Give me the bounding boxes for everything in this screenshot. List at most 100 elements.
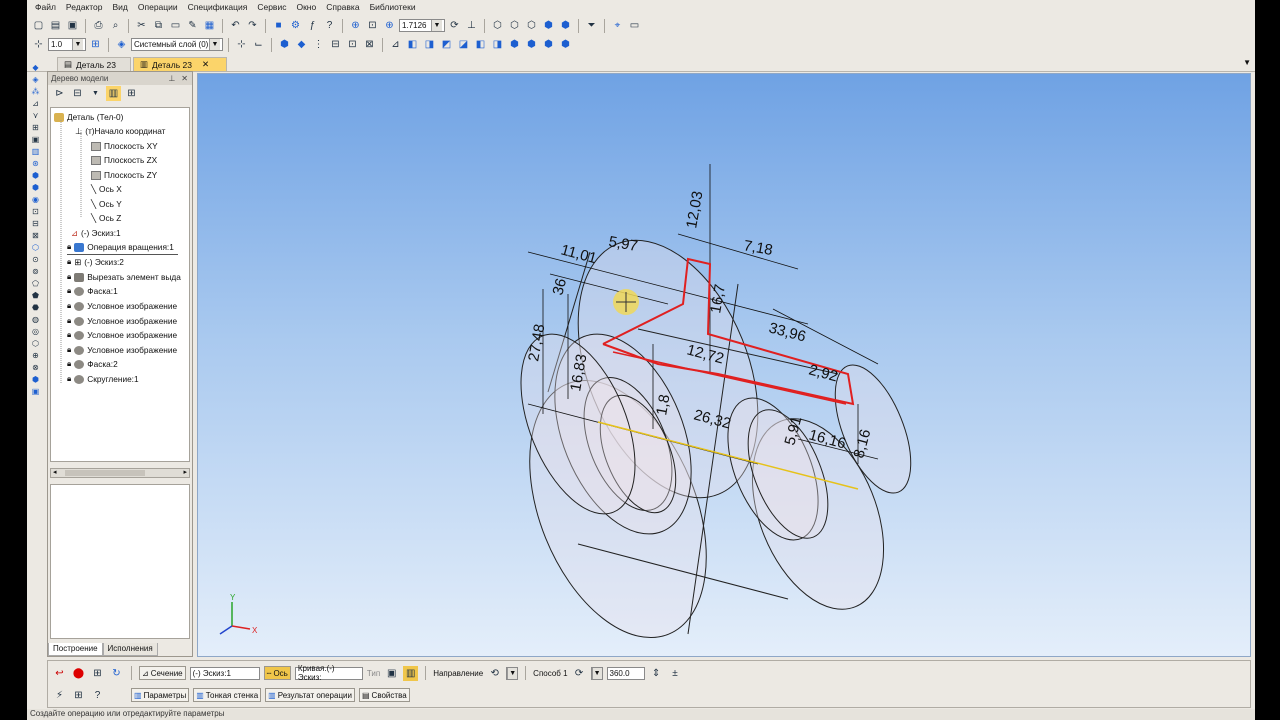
view-shaded-icon[interactable]: ⬢ [541,18,556,33]
view-wireframe-icon[interactable]: ⬡ [490,18,505,33]
tool-21-icon[interactable]: ⬣ [29,302,42,313]
layer-icon[interactable]: ◈ [114,37,129,52]
open-file-icon[interactable]: ▤ [48,18,63,33]
tab-parameters[interactable]: ▥ Параметры [131,688,190,702]
tab-construction[interactable]: Построение [48,643,103,656]
back-arrow-icon[interactable]: ↩ [52,666,67,681]
section-button[interactable]: ⊿ Сечение [139,666,186,680]
step-icon[interactable]: ⊹ [31,37,46,52]
new-file-icon[interactable]: ▢ [31,18,46,33]
properties-icon[interactable]: ✎ [185,18,200,33]
tree-item-plane-zx[interactable]: Плоскость ZX [91,153,157,167]
axis-field[interactable]: Кривая.(-) Эскиз: [294,664,363,682]
tool-19-icon[interactable]: ⬠ [29,278,42,289]
close-icon[interactable]: ✕ [202,59,209,70]
tool-20-icon[interactable]: ⬟ [29,290,42,301]
tree-item-chamfer-1[interactable]: 🔒︎ Фаска:1 [67,284,118,298]
menu-specification[interactable]: Спецификация [188,2,248,12]
tree-item-thread-2[interactable]: 🔒︎ Условное изображение [67,314,177,328]
filter-objects-icon[interactable]: ⊿ [388,37,403,52]
tool-26-icon[interactable]: ⊗ [29,362,42,373]
menu-window[interactable]: Окно [296,2,316,12]
tool-25-icon[interactable]: ⊕ [29,350,42,361]
local-cs-icon[interactable]: ⌙ [251,37,266,52]
aux-geometry-icon[interactable]: ⊟ [328,37,343,52]
view-hidden-thin-icon[interactable]: ⬡ [524,18,539,33]
tool-5-icon[interactable]: ⋎ [29,110,42,121]
tool-27-icon[interactable]: ⬢ [29,374,42,385]
view-top-icon[interactable]: ◩ [439,37,454,52]
ortho-icon[interactable]: ⊞ [88,37,103,52]
tree-item-axis-x[interactable]: ╲ Ось X [91,182,122,196]
tree-item-part[interactable]: Деталь (Тел-0) [54,110,123,124]
view-bottom-icon[interactable]: ◪ [456,37,471,52]
axis-button[interactable]: ╌ Ось [263,666,291,680]
tree-item-fillet-1[interactable]: 🔒︎ Скругление:1 [67,372,139,386]
zoom-combo[interactable]: 1.7126 ▼ [399,19,445,32]
step-combo[interactable]: 1.0 ▼ [48,38,86,51]
plus-icon[interactable]: ± [668,666,683,681]
chevron-down-icon[interactable]: ▼ [209,39,220,50]
measure-tools-icon[interactable]: ⊠ [362,37,377,52]
library-icon[interactable]: ⚙ [288,18,303,33]
direction-icon[interactable]: ⟲ [487,666,502,681]
tab-thin-wall[interactable]: ▥ Тонкая стенка [193,688,262,702]
tree-item-thread-1[interactable]: 🔒︎ Условное изображение [67,299,177,313]
snap-toggle-icon[interactable]: ⚡︎ [52,688,67,703]
tool-8-icon[interactable]: ▥ [29,146,42,157]
tool-15-icon[interactable]: ⊠ [29,230,42,241]
tab-document-2[interactable]: ▥ Деталь 23 ✕ [133,57,227,71]
rotate-icon[interactable]: ⟳ [447,18,462,33]
grid-toggle-icon[interactable]: ⊞ [71,688,86,703]
tool-7-icon[interactable]: ▣ [29,134,42,145]
tool-17-icon[interactable]: ⊙ [29,254,42,265]
undo-icon[interactable]: ↶ [228,18,243,33]
tool-14-icon[interactable]: ⊟ [29,218,42,229]
tool-6-icon[interactable]: ⊞ [29,122,42,133]
preview-icon[interactable]: ⌕ [108,18,123,33]
snap-icon[interactable]: ⌖ [610,18,625,33]
variables-icon[interactable]: ƒ [305,18,320,33]
model-viewport[interactable]: 11,01 5,97 12,03 7,18 36 16,7 27,48 16,8… [197,73,1251,657]
manager-icon[interactable]: ■ [271,18,286,33]
surfaces-icon[interactable]: ◆ [294,37,309,52]
tree-item-thread-4[interactable]: 🔒︎ Условное изображение [67,343,177,357]
method-icon[interactable]: ⟳ [572,666,587,681]
direction-dropdown[interactable]: ▼ [506,666,519,680]
save-icon[interactable]: ▣ [65,18,80,33]
tool-9-icon[interactable]: ⊛ [29,158,42,169]
tree-item-revolve-1[interactable]: 🔒︎ Операция вращения:1 [67,240,178,255]
print-icon[interactable]: ⎙ [91,18,106,33]
tool-28-icon[interactable]: ▣ [29,386,42,397]
section-field[interactable]: (-) Эскиз:1 [189,666,260,680]
view-right-icon[interactable]: ◨ [490,37,505,52]
view-iso-icon[interactable]: ⬢ [507,37,522,52]
menu-service[interactable]: Сервис [257,2,286,12]
tool-12-icon[interactable]: ◉ [29,194,42,205]
tree-view-icon[interactable]: ⊞ [124,86,139,101]
scroll-left-icon[interactable]: ◂ [53,468,57,476]
tool-3-icon[interactable]: ⁂ [29,86,42,97]
tree-item-sketch-2[interactable]: 🔒︎ ⊞ (-) Эскиз:2 [67,255,124,269]
tool-10-icon[interactable]: ⬢ [29,170,42,181]
tree-item-origin[interactable]: ⊥ (т)Начало координат [75,124,165,138]
tabs-menu-icon[interactable]: ▼ [1243,58,1251,67]
tree-item-plane-zy[interactable]: Плоскость ZY [91,168,157,182]
tool-4-icon[interactable]: ⊿ [29,98,42,109]
pin-icon[interactable]: ⊥ [168,74,175,83]
refresh-icon[interactable]: ↻ [109,666,124,681]
angle-field[interactable]: 360.0 [606,666,645,680]
menu-edit[interactable]: Редактор [66,2,103,12]
view-back-icon[interactable]: ◨ [422,37,437,52]
tool-23-icon[interactable]: ◎ [29,326,42,337]
zoom-in-icon[interactable]: ⊕ [382,18,397,33]
view-shaded-edges-icon[interactable]: ⬢ [558,18,573,33]
redo-icon[interactable]: ↷ [245,18,260,33]
close-icon[interactable]: ✕ [181,74,188,83]
arrays-icon[interactable]: ⋮ [311,37,326,52]
method-dropdown[interactable]: ▼ [590,666,603,680]
tool-1-icon[interactable]: ◆ [29,62,42,73]
tab-operation-result[interactable]: ▥ Результат операции [265,688,355,702]
tool-18-icon[interactable]: ⊚ [29,266,42,277]
view-iso3-icon[interactable]: ⬢ [541,37,556,52]
